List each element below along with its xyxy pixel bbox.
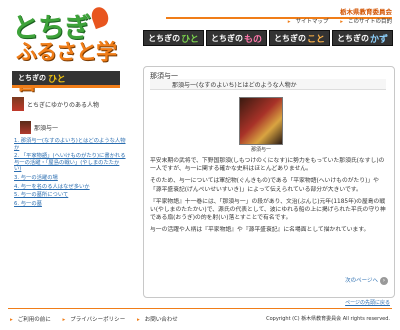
- purpose-link[interactable]: ▸ このサイトの目的: [335, 19, 392, 25]
- footer-link-terms[interactable]: ▸ ご利用の前に: [10, 317, 56, 323]
- article-body: 平安末期の武将で、下野国那須(しもつけのくになす)に勢力をもっていた那須氏(なす…: [150, 157, 388, 239]
- main-tabs: とちぎの ひと とちぎの もの とちぎの こと とちぎの かず: [143, 30, 393, 46]
- sidebar-link-5[interactable]: 5. 与一の墓所について: [14, 192, 126, 199]
- sidebar-link-2[interactable]: 2. 「平家物語」(へいけものがたり)に書かれる与一の活躍・「屋島の戦い」(やし…: [14, 153, 126, 173]
- tab-kazu[interactable]: とちぎの かず: [332, 30, 393, 46]
- portrait-image: [239, 97, 283, 145]
- paragraph: 平安末期の武将で、下野国那須(しもつけのくになす)に勢力をもっていた那須氏(なす…: [150, 158, 385, 173]
- section-thumbnail: [12, 97, 24, 111]
- bullet-icon: ▸: [287, 19, 291, 25]
- tab-hito[interactable]: とちぎの ひと: [143, 30, 204, 46]
- paragraph: 『平家物語』十一巻には、「那須与一」の段があり、文治(ぶんじ)元年(1185年)…: [150, 198, 386, 222]
- footer-links: ▸ ご利用の前に ▸ プライバシーポリシー ▸ お問い合わせ: [10, 315, 188, 323]
- board-name: 栃木県教育委員会: [340, 8, 392, 16]
- footer-divider: [8, 308, 392, 309]
- bullet-icon: ▸: [340, 19, 343, 25]
- paragraph: 与一の活躍や人柄は『平家物語』や『源平盛衰記』に名場面として描かれています。: [150, 227, 370, 234]
- sidebar-link-6[interactable]: 6. 与一の墓: [14, 201, 126, 208]
- back-to-top-link[interactable]: ページの先頭に戻る: [345, 299, 390, 306]
- sidebar-link-4[interactable]: 4. 与一を名のる人はなぜ多いか: [14, 184, 126, 191]
- sidebar-link-3[interactable]: 3. 与一の活躍の場: [14, 175, 126, 182]
- portrait-figure: 那須与一: [239, 97, 283, 153]
- sitemap-link[interactable]: ▸ サイトマップ: [283, 19, 329, 25]
- sidebar-person[interactable]: 那須与一: [20, 120, 124, 135]
- person-thumbnail: [20, 121, 31, 134]
- footer-link-contact[interactable]: ▸ お問い合わせ: [137, 317, 183, 323]
- portrait-caption: 那須与一: [250, 147, 271, 153]
- page-subtitle: 那須与一(なすのよいち)とはどのような人物か: [150, 79, 386, 90]
- next-page-link[interactable]: 次のページへ ›: [345, 277, 388, 285]
- sidebar-links: 1. 那須与一(なすのよいち)とはどのような人物か 2. 「平家物語」(へいけも…: [14, 138, 126, 209]
- copyright: Copyright (C) 栃木県教育委員会 All rights reserv…: [266, 316, 390, 322]
- arrow-right-icon: ›: [380, 277, 388, 285]
- tab-koto[interactable]: とちぎの こと: [269, 30, 330, 46]
- content-panel: 那須与一 那須与一(なすのよいち)とはどのような人物か 那須与一 平安末期の武将…: [143, 66, 395, 298]
- leaf-icon: [89, 4, 111, 30]
- site-logo[interactable]: とちぎ ふるさと学習: [10, 4, 128, 94]
- tab-mono[interactable]: とちぎの もの: [206, 30, 267, 46]
- header-links: ▸ サイトマップ ▸ このサイトの目的: [278, 17, 392, 25]
- paragraph: そのため、与一については軍記物(ぐんきもの)である「平家物語(へいけものがたり)…: [150, 178, 379, 193]
- footer-link-privacy[interactable]: ▸ プライバシーポリシー: [63, 317, 131, 323]
- bullet-icon: ▸: [62, 317, 66, 323]
- sidebar-link-1[interactable]: 1. 那須与一(なすのよいち)とはどのような人物か: [14, 138, 126, 151]
- bullet-icon: ▸: [136, 317, 140, 323]
- bullet-icon: ▸: [10, 317, 13, 323]
- sidebar-section[interactable]: とちぎにゆかりのある人物: [12, 97, 124, 111]
- sidebar-title: とちぎの ひと: [12, 71, 120, 88]
